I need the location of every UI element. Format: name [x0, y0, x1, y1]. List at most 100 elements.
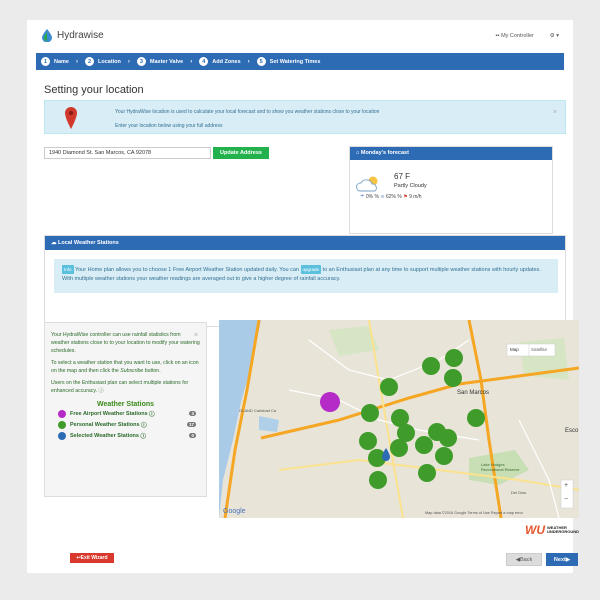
sidebar-text: button.	[144, 368, 161, 374]
thermometer-icon	[58, 431, 66, 440]
legend-label: Free Airport Weather Stations	[70, 410, 148, 417]
percent-sign: %	[397, 194, 402, 200]
step-number: 2	[84, 57, 94, 66]
zoom-in-button[interactable]: +	[564, 482, 568, 489]
precipitation-value: 0%	[365, 194, 374, 200]
close-icon[interactable]: ×	[194, 332, 198, 339]
info-text-2: Enter your location below using your ful…	[115, 123, 223, 129]
step-label: Master Valve	[149, 58, 184, 65]
info-circle-icon: ⓘ	[141, 422, 147, 429]
chevron-right-icon: ›	[190, 58, 193, 65]
step-location[interactable]: 2 Location ›	[84, 57, 137, 66]
legend-count: 0	[189, 433, 196, 438]
top-bar: Hydrawise ▪▪ My Controller ⚙ ▾	[27, 20, 573, 52]
wizard-steps: 1 Name › 2 Location › 3 Master Valve › 4 Add Zo…	[36, 53, 564, 70]
close-icon[interactable]: ×	[553, 109, 557, 116]
forecast-header: ⌂ Monday's forecast	[350, 147, 552, 160]
weather-underground-logo: WU WEATHER UNDERGROUND	[525, 523, 579, 537]
sidebar-paragraph-1: Your HydraWise controller can use rainfa…	[51, 332, 200, 354]
page: Hydrawise ▪▪ My Controller ⚙ ▾ 1 Name › 2L…	[27, 20, 579, 573]
rain-icon: ☂	[360, 194, 365, 200]
sidebar-paragraph-3: Users on the Enthusiast plan can select …	[45, 379, 206, 395]
legend-free-airport[interactable]: Free Airport Weather Stations ⓘ 3	[45, 408, 206, 419]
update-address-button[interactable]: Update Address	[213, 147, 269, 159]
step-master-valve[interactable]: 3 Master Valve ›	[136, 57, 199, 66]
step-label: Name	[54, 58, 69, 65]
back-button[interactable]: ◀ Back	[506, 553, 542, 566]
address-input[interactable]	[44, 147, 211, 159]
sidebar-text: Users on the Enthusiast plan can select …	[51, 380, 189, 394]
partly-cloudy-icon	[356, 176, 378, 192]
thermometer-icon	[58, 420, 66, 429]
brand-name: Hydrawise	[57, 30, 104, 41]
info-text-1: Your HydraWise location is used to calcu…	[115, 109, 380, 115]
map-label-esco: Esco	[565, 428, 579, 434]
step-number: 1	[41, 57, 50, 66]
map-pin-icon	[65, 107, 77, 129]
subscribe-emphasis: Subscribe	[120, 368, 144, 374]
humidity-icon: ≋	[380, 194, 385, 200]
my-controller-menu[interactable]: ▪▪ My Controller	[496, 33, 534, 39]
chevron-right-icon: ›	[247, 58, 250, 65]
map-label-lake: Lake Hodges Recreational Reserve	[481, 462, 520, 472]
location-info-alert: Your HydraWise location is used to calcu…	[44, 100, 566, 134]
chevron-right-icon: ›	[75, 58, 78, 65]
humidity-value: 62%	[385, 194, 396, 200]
map-label-del-dios: Del Dios	[511, 490, 527, 495]
step-set-watering-times[interactable]: 5 Set Watering Times	[256, 57, 321, 66]
step-label: Add Zones	[212, 58, 241, 65]
local-weather-stations-panel: ☁ Local Weather Stations Info Your Home …	[44, 235, 566, 327]
info-circle-icon: ⓘ	[140, 433, 147, 440]
lws-text-1: Your Home plan allows you to choose 1 Fr…	[74, 267, 299, 273]
thermometer-icon	[58, 409, 66, 418]
exit-label: Exit Wizard	[80, 555, 108, 561]
map-type-satellite-button[interactable]: Satellite	[531, 347, 547, 352]
forecast-title: Monday's forecast	[360, 150, 409, 156]
page-title: Setting your location	[44, 84, 144, 96]
map-attribution: Map data ©2016 Google Terms of Use Repor…	[425, 511, 523, 515]
info-tag: Info	[62, 265, 74, 274]
zoom-out-button[interactable]: −	[564, 496, 568, 503]
next-label: Next	[553, 556, 566, 563]
step-add-zones[interactable]: 4 Add Zones ›	[199, 57, 256, 66]
legend-count: 17	[186, 422, 196, 427]
step-number: 5	[256, 57, 266, 66]
weather-stations-title: Weather Stations	[96, 401, 155, 408]
water-drop-icon	[42, 29, 52, 42]
weather-station-map[interactable]: Map Satellite San Marcos Esco OLAND Carl…	[219, 320, 579, 518]
exit-wizard-button[interactable]: ↩ Exit Wizard	[70, 553, 114, 563]
brand-logo[interactable]: Hydrawise	[41, 29, 104, 42]
cloud-icon: ☁	[51, 240, 59, 246]
step-name[interactable]: 1 Name ›	[41, 57, 85, 66]
info-circle-icon: ⓘ	[98, 388, 104, 394]
legend-selected[interactable]: Selected Weather Stations ⓘ 0	[45, 430, 206, 441]
humidity-separator: %	[374, 194, 379, 200]
step-number: 4	[199, 57, 209, 66]
chevron-right-icon: ›	[127, 58, 130, 65]
next-arrow-icon: ▶	[565, 556, 571, 563]
legend-personal[interactable]: Personal Weather Stations ⓘ 17	[45, 419, 206, 430]
map-label-san-marcos: San Marcos	[457, 390, 490, 396]
my-controller-label: My Controller	[501, 33, 534, 39]
settings-menu[interactable]: ⚙ ▾	[550, 33, 559, 39]
map-type-map-button[interactable]: Map	[510, 347, 519, 352]
google-logo: Google	[223, 508, 246, 515]
weather-stations-sidebar: × Your HydraWise controller can use rain…	[44, 322, 207, 497]
legend-count: 3	[189, 411, 196, 416]
forecast-panel: ⌂ Monday's forecast 67 F Partly Cloudy ☂…	[349, 146, 553, 234]
wind-icon: ⚑	[403, 194, 408, 200]
step-label: Set Watering Times	[269, 58, 321, 65]
legend-label: Selected Weather Stations	[70, 432, 139, 439]
wu-logo-icon: WU	[525, 523, 545, 537]
lws-title: Local Weather Stations	[58, 240, 119, 246]
sidebar-paragraph-2: To select a weather station that you wan…	[45, 359, 206, 375]
step-label: Location	[97, 58, 121, 65]
map-label-carlsbad: OLAND Carlsbad Ca	[239, 408, 277, 413]
wind-value: 9 m/h	[409, 194, 422, 200]
legend-label: Personal Weather Stations	[70, 421, 140, 428]
next-button[interactable]: Next ▶	[546, 553, 578, 566]
forecast-temperature: 67 F	[394, 172, 411, 181]
upgrade-link[interactable]: upgrade	[300, 265, 322, 274]
map-canvas[interactable]	[219, 320, 579, 518]
lws-note: Info Your Home plan allows you to choose…	[54, 259, 558, 293]
